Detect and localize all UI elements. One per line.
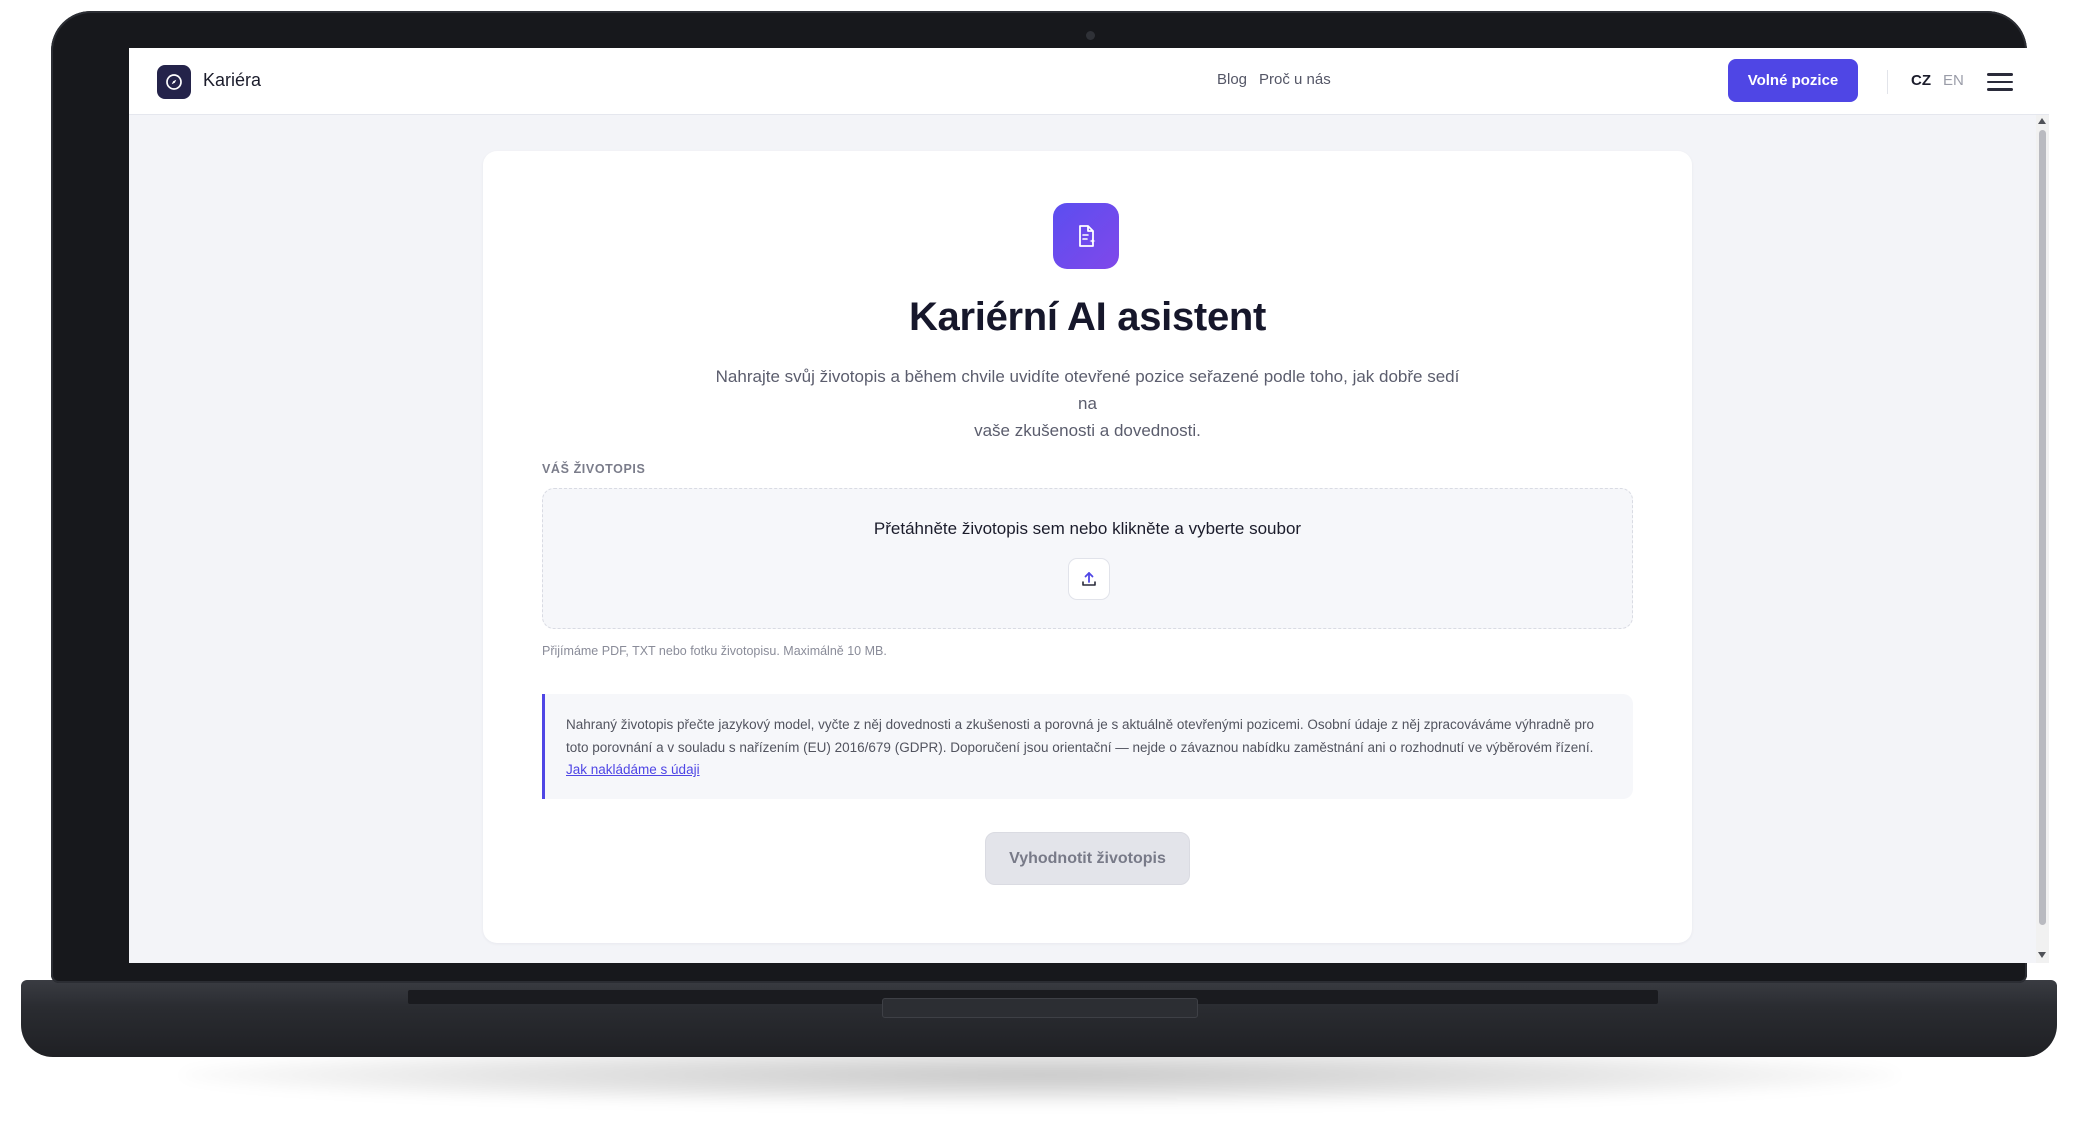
cv-section-label: VÁŠ ŽIVOTOPIS (542, 462, 646, 476)
cv-dropzone[interactable]: Přetáhněte životopis sem nebo klikněte a… (542, 488, 1633, 629)
privacy-notice-body: Nahraný životopis přečte jazykový model,… (566, 717, 1595, 755)
privacy-notice: Nahraný životopis přečte jazykový model,… (542, 694, 1633, 799)
compass-icon[interactable] (157, 65, 191, 99)
data-policy-link[interactable]: Jak nakládáme s údaji (566, 762, 700, 777)
browser-viewport: Kariéra Blog Proč u nás Volné pozice CZ … (129, 48, 2049, 963)
scroll-up-arrow-icon[interactable] (2038, 118, 2046, 124)
cv-assistant-card: Kariérní AI asistent Nahrajte svůj život… (483, 151, 1692, 943)
subtitle-line-1: Nahrajte svůj životopis a během chvile u… (715, 367, 1460, 413)
brand-name[interactable]: Kariéra (203, 70, 261, 91)
top-navbar: Kariéra Blog Proč u nás Volné pozice CZ … (129, 48, 2049, 115)
file-format-hint: Přijímáme PDF, TXT nebo fotku životopisu… (542, 644, 887, 658)
nav-divider (1887, 70, 1888, 94)
nav-link-blog[interactable]: Blog (1217, 71, 1247, 88)
laptop-mockup: Kariéra Blog Proč u nás Volné pozice CZ … (0, 0, 2077, 1139)
privacy-notice-text: Nahraný životopis přečte jazykový model,… (566, 714, 1616, 782)
laptop-lid: Kariéra Blog Proč u nás Volné pozice CZ … (51, 11, 2049, 983)
laptop-lip (882, 998, 1198, 1018)
language-en[interactable]: EN (1943, 72, 1964, 89)
page-subtitle: Nahrajte svůj životopis a během chvile u… (707, 363, 1468, 444)
hamburger-menu-icon[interactable] (1987, 73, 2013, 91)
upload-icon (1082, 572, 1096, 586)
upload-button[interactable] (1068, 558, 1110, 600)
language-cz[interactable]: CZ (1911, 72, 1931, 89)
dropzone-instructions: Přetáhněte životopis sem nebo klikněte a… (873, 519, 1302, 538)
subtitle-line-2: vaše zkušenosti a dovednosti. (974, 421, 1201, 440)
document-sparkle-icon (1053, 203, 1119, 269)
webcam (1086, 31, 1095, 40)
nav-link-why-us[interactable]: Proč u nás (1259, 71, 1331, 88)
open-positions-button[interactable]: Volné pozice (1728, 59, 1858, 102)
evaluate-cv-button[interactable]: Vyhodnotit životopis (985, 832, 1190, 885)
scrollbar-thumb[interactable] (2039, 130, 2046, 925)
scroll-down-arrow-icon[interactable] (2038, 952, 2046, 958)
page-title: Kariérní AI asistent (908, 295, 1267, 339)
